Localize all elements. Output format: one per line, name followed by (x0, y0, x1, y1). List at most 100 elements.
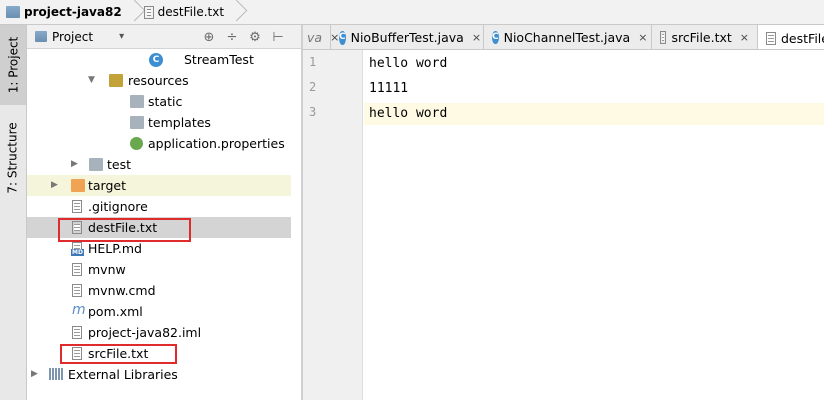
structure-tool-tab-label: 7: Structure (6, 122, 21, 194)
tree-item-label: External Libraries (68, 367, 178, 382)
tree-item-label: static (148, 94, 183, 109)
tree-item-application-properties[interactable]: application.properties (27, 133, 301, 154)
code-line[interactable]: hello word (364, 53, 824, 75)
maven-icon: m (72, 302, 86, 318)
project-folder-icon (6, 6, 20, 18)
tree-item-label: target (88, 178, 127, 193)
close-icon[interactable]: × (638, 31, 647, 44)
expand-arrow-icon[interactable]: ▶ (31, 369, 38, 379)
project-view-selector[interactable]: Project (52, 30, 93, 44)
library-icon (49, 368, 63, 380)
tree-item-templates[interactable]: templates (27, 112, 301, 133)
tree-item-static[interactable]: static (27, 91, 301, 112)
highlight-box-srcfile (60, 344, 177, 364)
tree-item-label: resources (128, 73, 189, 88)
expand-arrow-icon[interactable]: ▼ (88, 75, 95, 85)
hide-panel-icon[interactable]: ⊢ (271, 30, 285, 45)
tab-destfile[interactable]: destFile.txt × (758, 25, 824, 49)
tree-item-label: mvnw (88, 262, 126, 277)
tab-label: NioChannelTest.java (503, 30, 631, 45)
expand-arrow-icon[interactable]: ▶ (71, 159, 78, 169)
tree-item-label: project-java82.iml (88, 325, 202, 340)
text-file-icon (72, 284, 82, 297)
excluded-folder-icon (71, 179, 85, 192)
tree-item-pom-xml[interactable]: m pom.xml (27, 301, 301, 322)
project-tool-tab[interactable]: 1: Project (0, 25, 26, 105)
text-file-icon (766, 31, 776, 45)
breadcrumb-project-label: project-java82 (24, 5, 122, 19)
editor-area: va × C NioBufferTest.java × C NioChannel… (303, 25, 824, 400)
tree-item-resources[interactable]: ▼ resources (27, 70, 301, 91)
code-area[interactable]: hello word 11111 hello word (364, 50, 824, 400)
line-number-gutter: 1 2 3 (303, 50, 363, 400)
close-icon[interactable]: × (740, 31, 749, 44)
tree-item-external-libraries[interactable]: ▶ External Libraries (27, 364, 301, 385)
line-number: 2 (309, 80, 317, 94)
breadcrumb-project[interactable]: project-java82 (0, 0, 128, 25)
java-class-icon: C (492, 31, 499, 44)
tree-item-streamtest[interactable]: C StreamTest (27, 49, 301, 70)
panel-toolbar: ⊕ ÷ ⚙ ⊢ (202, 25, 285, 49)
project-tool-tab-label: 1: Project (6, 36, 20, 94)
markdown-file-icon: MD (71, 242, 84, 256)
tree-item-target[interactable]: ▶ target (27, 175, 291, 196)
scroll-from-source-icon[interactable]: ⊕ (202, 30, 216, 45)
line-number: 1 (309, 55, 317, 69)
tab-truncated[interactable]: va × (303, 25, 339, 49)
line-number: 3 (309, 105, 317, 119)
breadcrumb-file[interactable]: destFile.txt (138, 0, 230, 25)
chevron-down-icon[interactable]: ▾ (119, 31, 124, 42)
tree-item-label: StreamTest (184, 52, 254, 67)
navigation-breadcrumb: project-java82 destFile.txt (0, 0, 824, 25)
tree-item-mvnw-cmd[interactable]: mvnw.cmd (27, 280, 301, 301)
expand-arrow-icon[interactable]: ▶ (51, 180, 58, 190)
tree-item-test[interactable]: ▶ test (27, 154, 301, 175)
tab-niobuffertest[interactable]: C NioBufferTest.java × (331, 25, 484, 49)
folder-icon (89, 158, 103, 171)
tab-niochanneltest[interactable]: C NioChannelTest.java × (484, 25, 652, 49)
tab-label: destFile.txt (781, 30, 824, 46)
code-line[interactable]: 11111 (364, 78, 824, 100)
tree-item-label: HELP.md (88, 241, 142, 256)
tree-item-gitignore[interactable]: .gitignore (27, 196, 301, 217)
folder-icon (130, 116, 144, 129)
text-file-icon (72, 200, 82, 213)
collapse-all-icon[interactable]: ÷ (225, 30, 239, 45)
tree-item-mvnw[interactable]: mvnw (27, 259, 301, 280)
breadcrumb-file-label: destFile.txt (157, 5, 225, 19)
tab-label: NioBufferTest.java (350, 30, 464, 45)
module-file-icon (72, 326, 82, 339)
tree-item-label: .gitignore (88, 199, 148, 214)
tree-item-label: application.properties (148, 136, 285, 151)
folder-icon (130, 95, 144, 108)
resources-folder-icon (109, 74, 123, 87)
text-file-icon (143, 5, 154, 19)
tree-item-label: mvnw.cmd (88, 283, 156, 298)
breadcrumb-separator (128, 0, 138, 25)
project-panel-header: Project ▾ ⊕ ÷ ⚙ ⊢ (27, 25, 301, 49)
md-badge: MD (71, 249, 84, 256)
tab-srcfile[interactable]: srcFile.txt × (652, 25, 758, 49)
text-file-icon (660, 31, 667, 44)
java-class-icon: C (149, 53, 163, 67)
code-line-current[interactable]: hello word (364, 103, 824, 125)
tree-item-label: test (107, 157, 132, 172)
tab-label: va (307, 30, 323, 45)
spring-properties-icon (130, 137, 143, 150)
structure-tool-tab[interactable]: 7: Structure (0, 117, 26, 199)
tab-label: srcFile.txt (671, 30, 732, 45)
tree-item-label: templates (148, 115, 211, 130)
tree-item-iml[interactable]: project-java82.iml (27, 322, 301, 343)
project-view-icon (35, 31, 47, 42)
editor-tab-bar: va × C NioBufferTest.java × C NioChannel… (303, 25, 824, 50)
breadcrumb-separator (230, 0, 240, 25)
left-tool-strip: 1: Project 7: Structure (0, 25, 27, 400)
highlight-box-destfile (58, 218, 191, 242)
text-file-icon (72, 263, 82, 276)
gear-icon[interactable]: ⚙ (248, 30, 262, 45)
project-panel: Project ▾ ⊕ ÷ ⚙ ⊢ C StreamTest ▼ resourc… (27, 25, 301, 400)
close-icon[interactable]: × (472, 31, 481, 44)
java-class-icon: C (339, 30, 346, 45)
project-tree: C StreamTest ▼ resources static template… (27, 49, 301, 399)
tree-item-label: pom.xml (88, 304, 143, 319)
